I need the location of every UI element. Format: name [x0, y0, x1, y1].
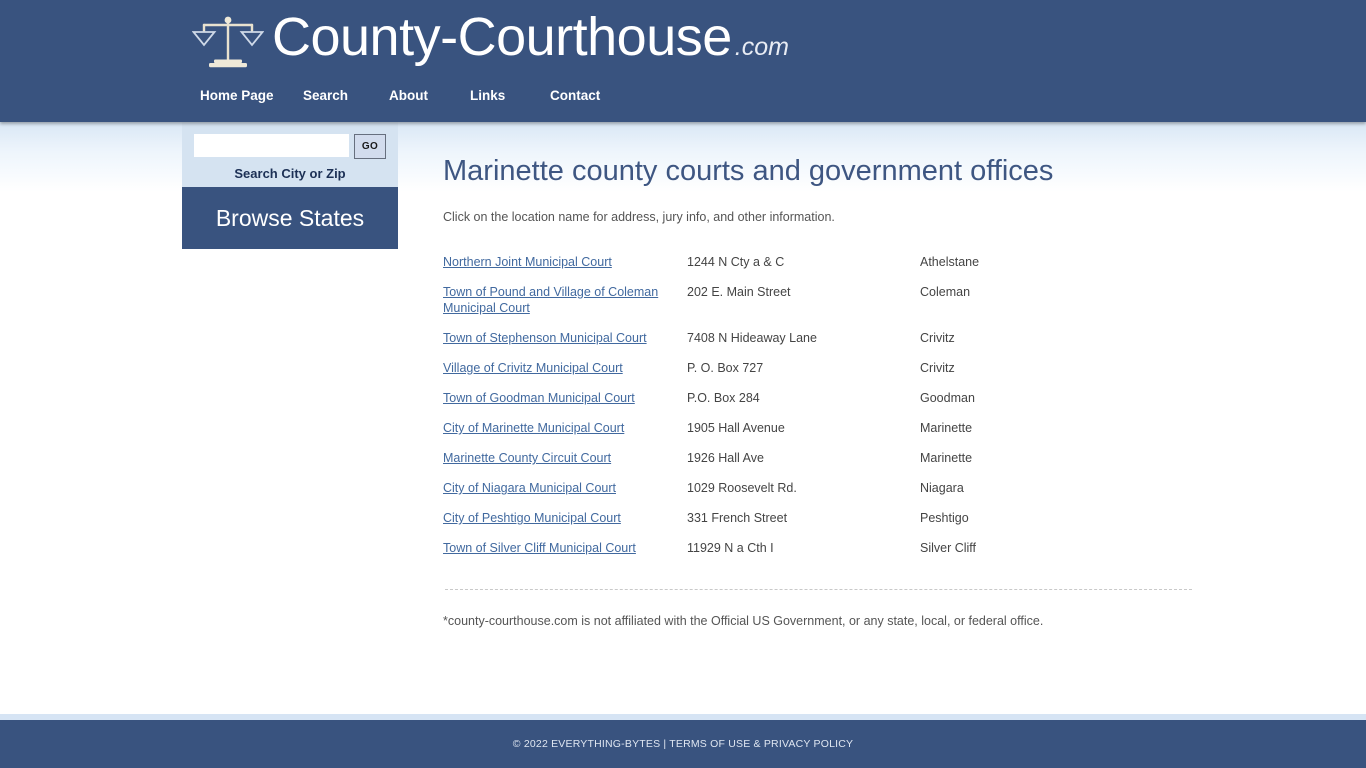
table-row: Town of Pound and Village of Coleman Mun… [443, 279, 1193, 325]
intro-text: Click on the location name for address, … [443, 210, 835, 224]
footer-terms-link[interactable]: TERMS OF USE & PRIVACY POLICY [669, 738, 853, 750]
brand-name: County-Courthouse [272, 7, 732, 67]
cell-court-address: P.O. Box 284 [687, 391, 760, 405]
table-row: Town of Goodman Municipal Court P.O. Box… [443, 385, 1193, 415]
cell-court-address: 7408 N Hideaway Lane [687, 331, 817, 345]
main-navigation: Home Page Search About Links Contact [200, 88, 630, 103]
cell-court-name: Town of Silver Cliff Municipal Court [443, 535, 687, 565]
cell-court-name: Northern Joint Municipal Court [443, 249, 687, 279]
main-content: Marinette county courts and government o… [443, 122, 1193, 629]
cell-court-name: City of Marinette Municipal Court [443, 415, 687, 445]
table-row: Village of Crivitz Municipal Court P. O.… [443, 355, 1193, 385]
search-input[interactable] [194, 134, 349, 157]
search-panel: GO Search City or Zip [182, 122, 398, 187]
page-root: County-Courthouse .com Home Page Search A… [0, 0, 1366, 768]
cell-court-city: Marinette [920, 451, 973, 465]
footer-copyright: © 2022 EVERYTHING-BYTES | [512, 738, 670, 750]
court-listing-table: Northern Joint Municipal Court 1244 N Ct… [443, 249, 1193, 565]
court-link[interactable]: City of Niagara Municipal Court [443, 481, 616, 495]
search-go-button[interactable]: GO [354, 134, 386, 159]
court-link[interactable]: City of Marinette Municipal Court [443, 421, 624, 435]
table-row: Town of Stephenson Municipal Court 7408 … [443, 325, 1193, 355]
brand-tld: .com [734, 33, 789, 61]
cell-court-name: City of Niagara Municipal Court [443, 475, 687, 505]
cell-court-name: Marinette County Circuit Court [443, 445, 687, 475]
site-footer: © 2022 EVERYTHING-BYTES | TERMS OF USE &… [0, 714, 1366, 768]
disclaimer-divider [444, 589, 1192, 590]
sidebar: GO Search City or Zip Browse States [182, 122, 398, 249]
table-row: Northern Joint Municipal Court 1244 N Ct… [443, 249, 1193, 279]
cell-court-address: 1029 Roosevelt Rd. [687, 481, 797, 495]
court-link[interactable]: Northern Joint Municipal Court [443, 255, 612, 269]
cell-court-city: Niagara [920, 481, 964, 495]
footer-text: © 2022 EVERYTHING-BYTES | TERMS OF USE &… [513, 738, 853, 750]
cell-court-name: Village of Crivitz Municipal Court [443, 355, 687, 385]
cell-court-city: Silver Cliff [920, 541, 977, 555]
table-row: Town of Silver Cliff Municipal Court 119… [443, 535, 1193, 565]
nav-item-about[interactable]: About [389, 88, 470, 103]
brand-logo[interactable]: County-Courthouse .com [192, 8, 789, 76]
table-row: Marinette County Circuit Court 1926 Hall… [443, 445, 1193, 475]
cell-court-city: Peshtigo [920, 511, 969, 525]
body-area: GO Search City or Zip Browse States Mari… [0, 122, 1366, 714]
court-link[interactable]: Town of Stephenson Municipal Court [443, 331, 647, 345]
cell-court-city: Athelstane [920, 255, 980, 269]
table-row: City of Peshtigo Municipal Court 331 Fre… [443, 505, 1193, 535]
brand-title: County-Courthouse .com [272, 8, 789, 76]
cell-court-city: Marinette [920, 421, 973, 435]
cell-court-city: Coleman [920, 285, 971, 299]
cell-court-address: 1244 N Cty a & C [687, 255, 785, 269]
court-link[interactable]: City of Peshtigo Municipal Court [443, 511, 621, 525]
site-header: County-Courthouse .com Home Page Search A… [0, 0, 1366, 122]
table-row: City of Marinette Municipal Court 1905 H… [443, 415, 1193, 445]
cell-court-name: Town of Stephenson Municipal Court [443, 325, 687, 355]
court-link[interactable]: Town of Pound and Village of Coleman Mun… [443, 285, 658, 315]
cell-court-city: Goodman [920, 391, 975, 405]
nav-item-contact[interactable]: Contact [550, 88, 630, 103]
page-title: Marinette county courts and government o… [443, 155, 1054, 187]
court-listing-body: Northern Joint Municipal Court 1244 N Ct… [443, 249, 1193, 565]
nav-item-home-page[interactable]: Home Page [200, 88, 303, 103]
court-link[interactable]: Town of Goodman Municipal Court [443, 391, 635, 405]
cell-court-name: Town of Goodman Municipal Court [443, 385, 687, 415]
search-caption: Search City or Zip [234, 166, 346, 181]
nav-item-search[interactable]: Search [303, 88, 389, 103]
cell-court-address: 202 E. Main Street [687, 285, 791, 299]
court-link[interactable]: Village of Crivitz Municipal Court [443, 361, 623, 375]
cell-court-city: Crivitz [920, 361, 955, 375]
browse-states-button[interactable]: Browse States [182, 187, 398, 249]
cell-court-city: Crivitz [920, 331, 955, 345]
nav-item-links[interactable]: Links [470, 88, 550, 103]
cell-court-name: City of Peshtigo Municipal Court [443, 505, 687, 535]
court-link[interactable]: Marinette County Circuit Court [443, 451, 611, 465]
court-link[interactable]: Town of Silver Cliff Municipal Court [443, 541, 636, 555]
cell-court-name: Town of Pound and Village of Coleman Mun… [443, 279, 687, 325]
cell-court-address: 1926 Hall Ave [687, 451, 764, 465]
cell-court-address: P. O. Box 727 [687, 361, 764, 375]
search-row: GO [194, 134, 386, 159]
cell-court-address: 11929 N a Cth I [687, 541, 774, 555]
cell-court-address: 331 French Street [687, 511, 788, 525]
disclaimer-text: *county-courthouse.com is not affiliated… [443, 614, 1044, 628]
scales-of-justice-icon [192, 16, 264, 68]
cell-court-address: 1905 Hall Avenue [687, 421, 785, 435]
table-row: City of Niagara Municipal Court 1029 Roo… [443, 475, 1193, 505]
